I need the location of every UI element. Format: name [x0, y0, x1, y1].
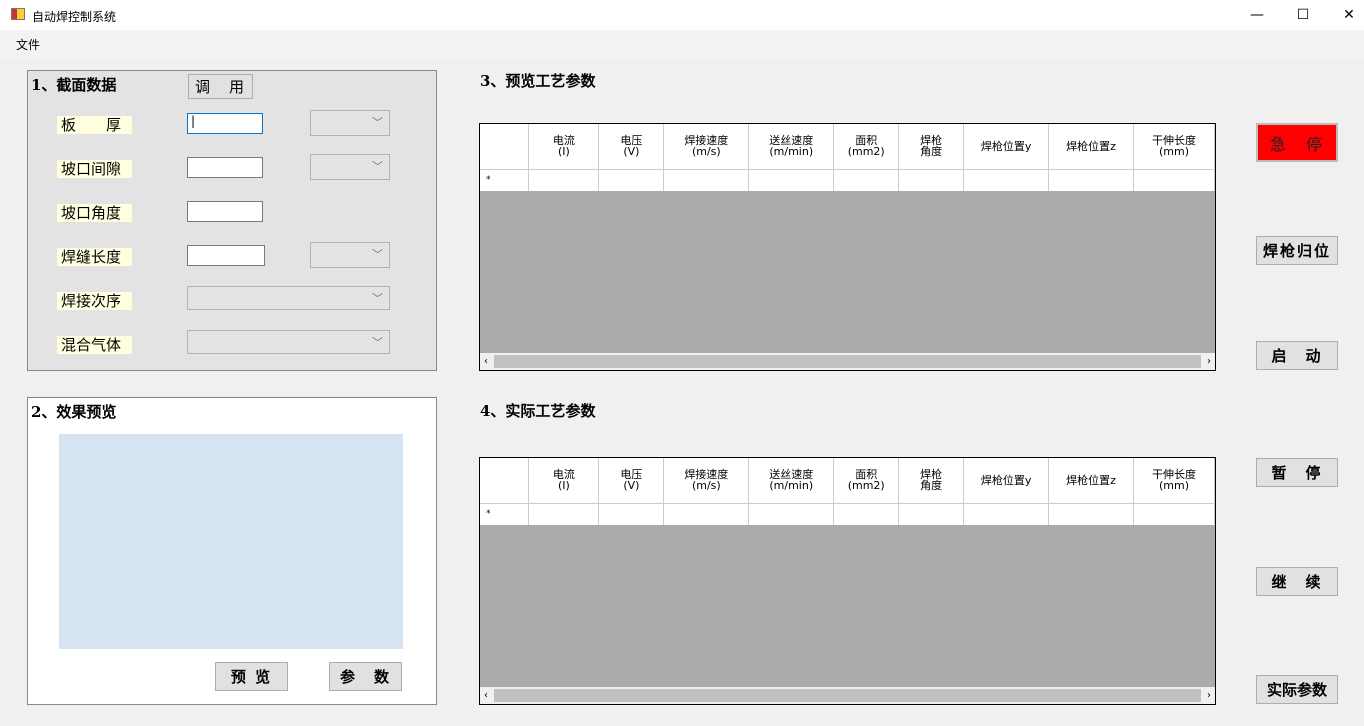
- pause-button[interactable]: 暂 停: [1256, 458, 1338, 487]
- grid-table: 电流 (I) 电压 (V) 焊接速度 (m/s) 送丝速度 (m/min) 面积 (mm…: [480, 458, 1216, 525]
- unit-select[interactable]: ﹀: [310, 154, 390, 180]
- start-button[interactable]: 启 动: [1256, 341, 1338, 370]
- actual-params-button[interactable]: 实际参数: [1256, 675, 1338, 704]
- column-header[interactable]: 焊枪位置z: [1048, 124, 1134, 169]
- field-input[interactable]: |: [187, 113, 263, 134]
- table-cell[interactable]: [528, 502, 600, 525]
- scroll-left-icon[interactable]: ‹: [484, 356, 488, 367]
- column-header[interactable]: 送丝速度 (m/min): [748, 124, 835, 169]
- table-cell[interactable]: [663, 168, 750, 191]
- new-row-marker: *: [480, 168, 530, 191]
- section4-title: 4、实际工艺参数: [480, 402, 596, 420]
- table-cell[interactable]: [898, 168, 965, 191]
- column-header[interactable]: 焊枪 角度: [898, 124, 965, 169]
- call-button[interactable]: 调 用: [188, 74, 253, 99]
- scroll-right-icon[interactable]: ›: [1207, 356, 1211, 367]
- section3-title: 3、预览工艺参数: [480, 72, 596, 90]
- field-label: 混合气体: [57, 336, 132, 354]
- column-header[interactable]: 电流 (I): [528, 124, 600, 169]
- preview-params-grid[interactable]: 电流 (I) 电压 (V) 焊接速度 (m/s) 送丝速度 (m/min) 面积 (mm…: [479, 123, 1216, 371]
- section-preview: 2、效果预览 预 览 参 数: [27, 397, 437, 705]
- table-cell[interactable]: [898, 502, 965, 525]
- new-row-marker: *: [480, 502, 530, 525]
- menu-bar: 文件: [0, 30, 1364, 58]
- column-header[interactable]: 焊接速度 (m/s): [663, 124, 750, 169]
- table-cell[interactable]: [598, 502, 665, 525]
- table-cell[interactable]: [748, 168, 835, 191]
- chevron-down-icon: ﹀: [372, 116, 383, 129]
- torch-home-button[interactable]: 焊枪归位: [1256, 236, 1338, 265]
- column-header[interactable]: 焊枪位置y: [963, 458, 1050, 503]
- scroll-thumb[interactable]: [494, 689, 1201, 702]
- field-label: 板 厚: [57, 116, 132, 134]
- table-cell[interactable]: [598, 168, 665, 191]
- table-cell[interactable]: [1133, 168, 1216, 191]
- option-select[interactable]: ﹀: [187, 286, 390, 310]
- chevron-down-icon: ﹀: [372, 248, 383, 261]
- scroll-right-icon[interactable]: ›: [1207, 690, 1211, 701]
- column-header[interactable]: 焊枪 角度: [898, 458, 965, 503]
- params-button[interactable]: 参 数: [329, 662, 402, 691]
- table-cell[interactable]: [963, 168, 1050, 191]
- horizontal-scrollbar[interactable]: ‹ ›: [480, 353, 1215, 370]
- horizontal-scrollbar[interactable]: ‹ ›: [480, 687, 1215, 704]
- table-cell[interactable]: [528, 168, 600, 191]
- field-input[interactable]: [187, 245, 265, 266]
- actual-params-grid[interactable]: 电流 (I) 电压 (V) 焊接速度 (m/s) 送丝速度 (m/min) 面积 (mm…: [479, 457, 1216, 705]
- section2-title: 2、效果预览: [31, 403, 117, 421]
- row-header-corner: [480, 124, 530, 169]
- column-header[interactable]: 电压 (V): [598, 124, 665, 169]
- preview-canvas: [59, 434, 403, 649]
- field-input[interactable]: [187, 201, 263, 222]
- field-label: 坡口间隙: [57, 160, 132, 178]
- column-header[interactable]: 干伸长度 (mm): [1133, 458, 1216, 503]
- field-label: 坡口角度: [57, 204, 132, 222]
- column-header[interactable]: 焊接速度 (m/s): [663, 458, 750, 503]
- column-header[interactable]: 电压 (V): [598, 458, 665, 503]
- chevron-down-icon: ﹀: [372, 292, 383, 305]
- table-cell[interactable]: [663, 502, 750, 525]
- emergency-stop-button[interactable]: 急 停: [1256, 123, 1338, 162]
- chevron-down-icon: ﹀: [372, 160, 383, 173]
- section1-title: 1、截面数据: [31, 76, 117, 94]
- section-cross-data: 1、截面数据 调 用 板 厚 | ﹀ 坡口间隙 ﹀ 坡口角度焊缝长度 ﹀ 焊接次序 ﹀ 混合气体 ﹀: [27, 70, 437, 371]
- table-cell[interactable]: [833, 168, 900, 191]
- scroll-thumb[interactable]: [494, 355, 1201, 368]
- chevron-down-icon: ﹀: [372, 336, 383, 349]
- table-cell[interactable]: [748, 502, 835, 525]
- maximize-button[interactable]: ☐: [1280, 0, 1326, 30]
- column-header[interactable]: 焊枪位置y: [963, 124, 1050, 169]
- column-header[interactable]: 送丝速度 (m/min): [748, 458, 835, 503]
- row-header-corner: [480, 458, 530, 503]
- column-header[interactable]: 干伸长度 (mm): [1133, 124, 1216, 169]
- field-label: 焊接次序: [57, 292, 132, 310]
- field-input[interactable]: [187, 157, 263, 178]
- app-icon: [11, 8, 25, 20]
- table-cell[interactable]: [1048, 168, 1134, 191]
- table-cell[interactable]: [1048, 502, 1134, 525]
- table-cell[interactable]: [1133, 502, 1216, 525]
- table-row[interactable]: *: [480, 168, 1216, 191]
- column-header[interactable]: 电流 (I): [528, 458, 600, 503]
- unit-select[interactable]: ﹀: [310, 242, 390, 268]
- scroll-left-icon[interactable]: ‹: [484, 690, 488, 701]
- table-cell[interactable]: [833, 502, 900, 525]
- unit-select[interactable]: ﹀: [310, 110, 390, 136]
- option-select[interactable]: ﹀: [187, 330, 390, 354]
- resume-button[interactable]: 继 续: [1256, 567, 1338, 596]
- column-header[interactable]: 面积 (mm2): [833, 124, 900, 169]
- column-header[interactable]: 焊枪位置z: [1048, 458, 1134, 503]
- column-header[interactable]: 面积 (mm2): [833, 458, 900, 503]
- field-label: 焊缝长度: [57, 248, 132, 266]
- menu-file[interactable]: 文件: [16, 36, 40, 53]
- preview-button[interactable]: 预 览: [215, 662, 288, 691]
- window-title: 自动焊控制系统: [32, 10, 117, 24]
- close-button[interactable]: ✕: [1326, 0, 1364, 30]
- minimize-button[interactable]: —: [1234, 0, 1280, 30]
- title-bar: 自动焊控制系统 — ☐ ✕: [0, 0, 1364, 30]
- table-cell[interactable]: [963, 502, 1050, 525]
- grid-table: 电流 (I) 电压 (V) 焊接速度 (m/s) 送丝速度 (m/min) 面积 (mm…: [480, 124, 1216, 191]
- table-row[interactable]: *: [480, 502, 1216, 525]
